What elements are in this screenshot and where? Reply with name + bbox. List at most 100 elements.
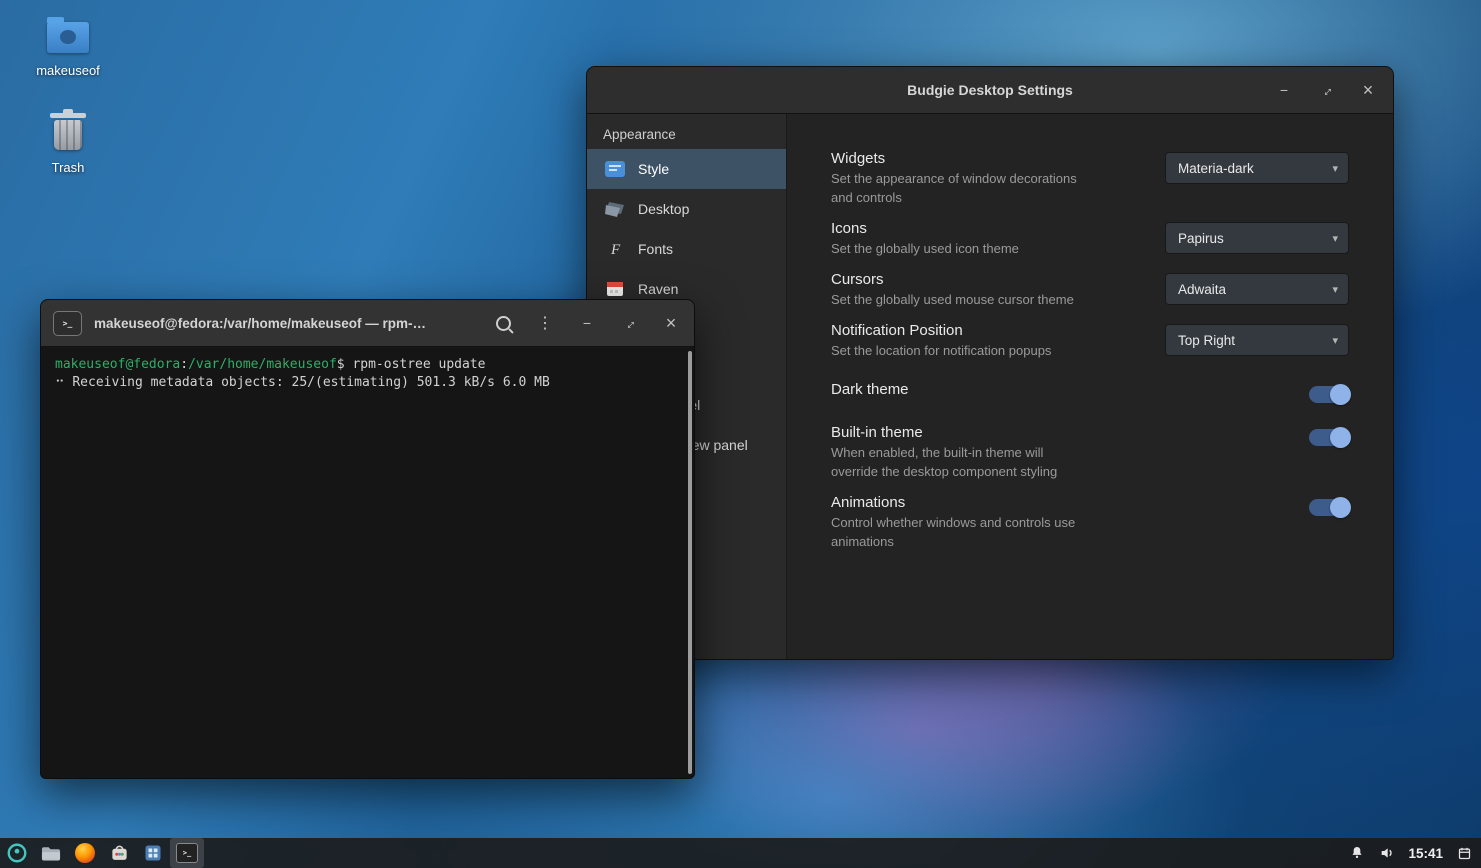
boxes-launcher[interactable] (136, 838, 170, 868)
widgets-theme-dropdown[interactable]: Materia-dark ▾ (1165, 152, 1349, 184)
chevron-down-icon: ▾ (1332, 232, 1338, 245)
sidebar-item-style[interactable]: Style (587, 149, 786, 189)
desktop-icon-trash[interactable]: Trash (52, 114, 85, 175)
setting-title: Icons (831, 219, 1019, 238)
setting-title: Notification Position (831, 321, 1051, 340)
style-icon (603, 161, 627, 177)
files-icon (41, 846, 61, 861)
search-button[interactable] (490, 310, 516, 336)
terminal-command: rpm-ostree update (352, 357, 485, 372)
budgie-menu-icon (6, 842, 28, 864)
terminal-task-button[interactable]: >_ (170, 838, 204, 868)
setting-description: Set the location for notification popups (831, 341, 1051, 360)
bottom-panel: >_ 15:41 (0, 838, 1481, 868)
settings-content: Widgets Set the appearance of window dec… (787, 114, 1393, 660)
setting-row-icons: Icons Set the globally used icon theme P… (831, 219, 1349, 258)
notifications-indicator[interactable] (1348, 838, 1366, 868)
built-in-theme-toggle[interactable] (1309, 429, 1349, 446)
clock[interactable]: 15:41 (1408, 846, 1443, 861)
kebab-menu-icon: ⋮ (537, 313, 553, 333)
setting-row-animations: Animations Control whether windows and c… (831, 493, 1349, 551)
files-launcher[interactable] (34, 838, 68, 868)
setting-row-cursors: Cursors Set the globally used mouse curs… (831, 270, 1349, 309)
terminal-window-title: makeuseof@fedora:/var/home/makeuseof — r… (94, 316, 426, 331)
window-controls: − ↔ × (1255, 77, 1393, 103)
bell-icon (1349, 845, 1365, 861)
progress-spinner: ⠒ (55, 375, 72, 390)
toggle-knob (1330, 497, 1351, 518)
minimize-button[interactable]: − (1271, 77, 1297, 103)
dark-theme-toggle[interactable] (1309, 386, 1349, 403)
setting-title: Animations (831, 493, 1086, 512)
firefox-launcher[interactable] (68, 838, 102, 868)
calendar-icon (1457, 846, 1472, 861)
settings-titlebar[interactable]: Budgie Desktop Settings − ↔ × (587, 67, 1393, 114)
maximize-button[interactable]: ↔ (1313, 77, 1339, 103)
menu-button[interactable]: ⋮ (532, 310, 558, 336)
icon-theme-dropdown[interactable]: Papirus ▾ (1165, 222, 1349, 254)
close-button[interactable]: × (658, 310, 684, 336)
chevron-down-icon: ▾ (1332, 283, 1338, 296)
fonts-icon: F (603, 241, 627, 257)
setting-title: Dark theme (831, 380, 909, 399)
desktop-icon (603, 201, 627, 217)
svg-text:F: F (610, 242, 621, 257)
terminal-progress-line: ⠒ Receiving metadata objects: 25/(estima… (55, 374, 680, 392)
animations-toggle[interactable] (1309, 499, 1349, 516)
toggle-knob (1330, 384, 1351, 405)
notification-position-dropdown[interactable]: Top Right ▾ (1165, 324, 1349, 356)
setting-row-widgets: Widgets Set the appearance of window dec… (831, 149, 1349, 207)
maximize-button[interactable]: ↔ (616, 310, 642, 336)
folder-icon (47, 22, 89, 53)
setting-title: Built-in theme (831, 423, 1086, 442)
toggle-knob (1330, 427, 1351, 448)
software-icon (110, 844, 129, 863)
setting-description: When enabled, the built-in theme will ov… (831, 443, 1086, 481)
boxes-icon (144, 844, 162, 862)
setting-description: Set the globally used icon theme (831, 239, 1019, 258)
calendar-indicator[interactable] (1455, 838, 1473, 868)
taskbar-status-area: 15:41 (1348, 838, 1481, 868)
setting-title: Widgets (831, 149, 1086, 168)
terminal-app-icon: >_ (53, 311, 82, 336)
desktop-icon-makeuseof[interactable]: makeuseof (36, 14, 100, 78)
terminal-scrollbar[interactable] (688, 351, 692, 774)
budgie-menu-button[interactable] (0, 838, 34, 868)
software-launcher[interactable] (102, 838, 136, 868)
terminal-prompt-line: makeuseof@fedora:/var/home/makeuseof$ rp… (55, 356, 680, 374)
firefox-icon (75, 843, 95, 863)
setting-description: Set the appearance of window decorations… (831, 169, 1086, 207)
volume-indicator[interactable] (1378, 838, 1396, 868)
sidebar-item-desktop[interactable]: Desktop (587, 189, 786, 229)
close-button[interactable]: × (1355, 77, 1381, 103)
taskbar-app-icons: >_ (0, 838, 204, 868)
terminal-titlebar[interactable]: >_ makeuseof@fedora:/var/home/makeuseof … (41, 300, 694, 347)
speaker-icon (1378, 845, 1396, 861)
setting-row-notification-position: Notification Position Set the location f… (831, 321, 1349, 360)
desktop-icon-label: makeuseof (36, 63, 100, 78)
cursor-theme-dropdown[interactable]: Adwaita ▾ (1165, 273, 1349, 305)
desktop-icon-area: makeuseof Trash (20, 14, 116, 175)
terminal-output: makeuseof@fedora:/var/home/makeuseof$ rp… (41, 347, 694, 401)
minimize-button[interactable]: − (574, 310, 600, 336)
chevron-down-icon: ▾ (1332, 334, 1338, 347)
desktop-icon-label: Trash (52, 160, 85, 175)
chevron-down-icon: ▾ (1332, 162, 1338, 175)
prompt-symbol: $ (337, 357, 353, 372)
setting-title: Cursors (831, 270, 1074, 289)
sidebar-section-appearance: Appearance (587, 114, 786, 149)
setting-description: Set the globally used mouse cursor theme (831, 290, 1074, 309)
prompt-user-host: makeuseof@fedora (55, 357, 180, 372)
trash-icon (54, 120, 82, 150)
sidebar-item-fonts[interactable]: F Fonts (587, 229, 786, 269)
budgie-settings-window: Budgie Desktop Settings − ↔ × Appearance… (586, 66, 1394, 660)
search-icon (496, 316, 511, 331)
setting-description: Control whether windows and controls use… (831, 513, 1086, 551)
terminal-icon: >_ (176, 843, 198, 863)
setting-row-built-in-theme: Built-in theme When enabled, the built-i… (831, 423, 1349, 481)
setting-row-dark-theme: Dark theme (831, 380, 1349, 403)
prompt-path: /var/home/makeuseof (188, 357, 337, 372)
terminal-window-controls: ⋮ − ↔ × (474, 310, 694, 336)
terminal-window: >_ makeuseof@fedora:/var/home/makeuseof … (40, 299, 695, 779)
prompt-separator: : (180, 357, 188, 372)
